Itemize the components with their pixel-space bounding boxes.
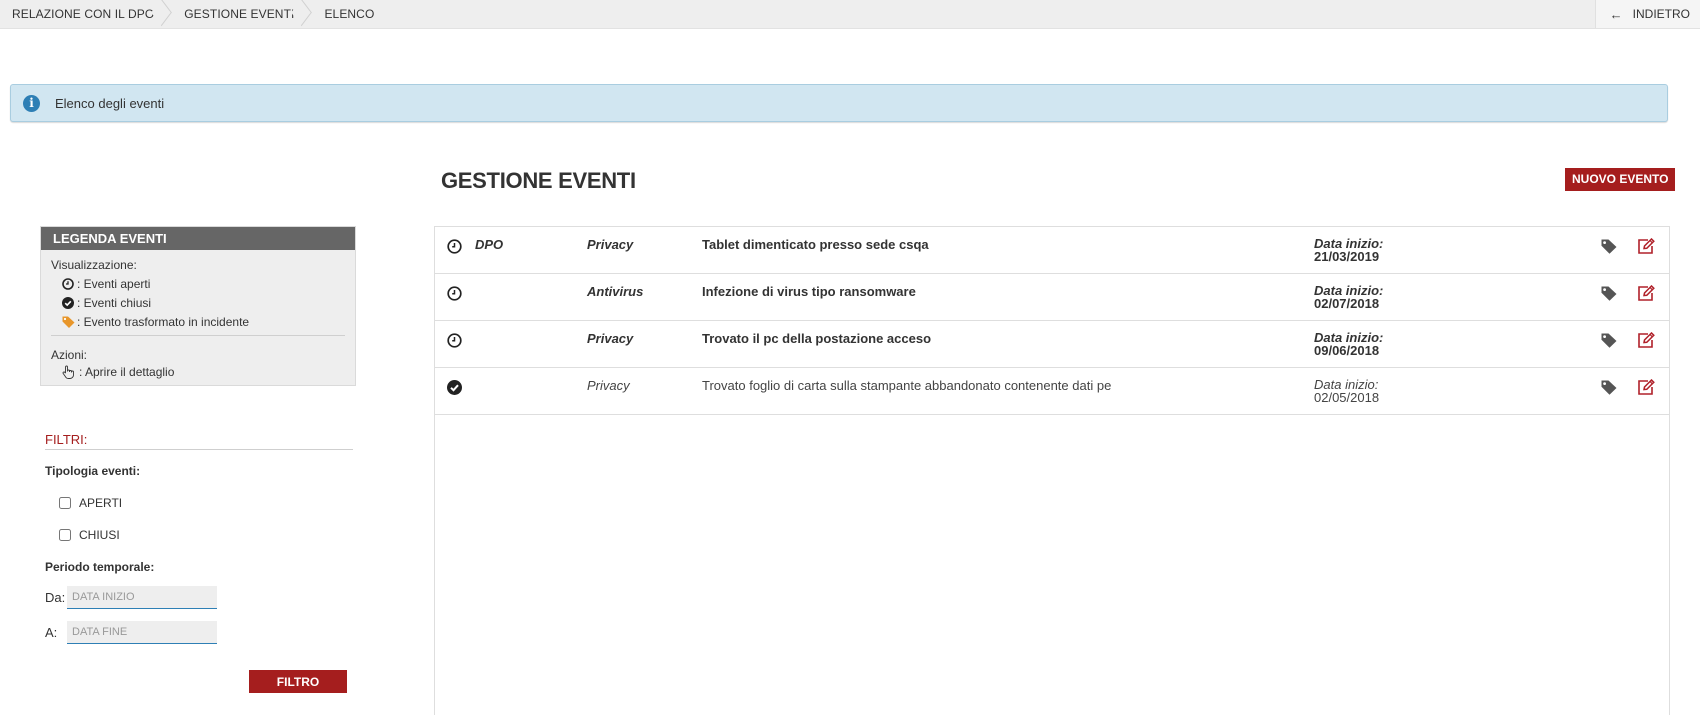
filters-title: FILTRI: — [45, 432, 353, 450]
info-alert-text: Elenco degli eventi — [55, 95, 165, 111]
check-circle-icon — [61, 296, 75, 309]
event-date: Data inizio: 21/03/2019 — [1314, 237, 1383, 263]
edit-icon[interactable] — [1637, 237, 1655, 257]
back-label: INDIETRO — [1632, 7, 1690, 21]
new-event-button[interactable]: NUOVO EVENTO — [1565, 168, 1676, 191]
edit-icon[interactable] — [1637, 378, 1655, 398]
breadcrumb-item-elenco[interactable]: ELENCO — [308, 0, 388, 28]
breadcrumb: RELAZIONE CON IL DPO GESTIONE EVENTI ELE… — [0, 0, 388, 28]
checkbox-closed-label: CHIUSI — [79, 528, 120, 542]
event-description[interactable]: Trovato foglio di carta sulla stampante … — [702, 378, 1111, 393]
legend-item-closed: : Eventi chiusi — [51, 293, 345, 312]
edit-icon[interactable] — [1637, 331, 1655, 351]
event-description[interactable]: Infezione di virus tipo ransomware — [702, 284, 916, 299]
events-list: DPO Privacy Tablet dimenticato presso sede… — [434, 226, 1670, 715]
tag-icon[interactable] — [1601, 380, 1617, 398]
filter-button[interactable]: FILTRO — [249, 670, 347, 693]
event-date: Data inizio: 09/06/2018 — [1314, 331, 1383, 357]
type-label: Tipologia eventi: — [45, 464, 141, 478]
event-row[interactable]: Antivirus Infezione di virus tipo ransomw… — [435, 274, 1669, 321]
tag-icon — [61, 316, 75, 328]
event-row[interactable]: DPO Privacy Tablet dimenticato presso sede… — [435, 227, 1669, 274]
event-row[interactable]: Privacy Trovato foglio di carta sulla sta… — [435, 368, 1669, 415]
breadcrumb-item-gestione-eventi[interactable]: GESTIONE EVENTI — [168, 0, 308, 28]
edit-icon[interactable] — [1637, 284, 1655, 304]
legend-item-label: : Eventi chiusi — [77, 295, 152, 310]
info-icon: i — [23, 94, 40, 112]
event-date: Data inizio: 02/07/2018 — [1314, 284, 1383, 310]
checkbox-open-input[interactable] — [59, 497, 71, 509]
event-category: Antivirus — [587, 284, 644, 299]
legend-item-label: : Evento trasformato in incidente — [77, 314, 250, 329]
event-date-value: 02/07/2018 — [1314, 296, 1380, 311]
event-category: Privacy — [587, 237, 634, 252]
legend-item-open-detail: : Aprire il dettaglio — [51, 362, 345, 381]
legend-item-open: : Eventi aperti — [51, 274, 345, 293]
event-category: Privacy — [587, 378, 630, 393]
info-alert: i Elenco degli eventi — [10, 84, 1668, 122]
event-date-value: 21/03/2019 — [1314, 249, 1380, 264]
checkbox-closed[interactable]: CHIUSI — [59, 528, 353, 542]
checkbox-open-label: APERTI — [79, 496, 123, 510]
back-button[interactable]: ← INDIETRO — [1594, 0, 1700, 28]
event-date-value: 09/06/2018 — [1314, 343, 1380, 358]
legend-actions-label: Azioni: — [51, 348, 88, 362]
tag-icon[interactable] — [1601, 333, 1617, 351]
clock-icon — [446, 332, 462, 348]
arrow-left-icon: ← — [1609, 6, 1623, 22]
legend-item-incident: : Evento trasformato in incidente — [51, 312, 345, 331]
breadcrumb-item-dpo[interactable]: RELAZIONE CON IL DPO — [0, 0, 168, 28]
clock-icon — [446, 285, 462, 301]
check-circle-icon — [446, 379, 462, 395]
event-owner: DPO — [475, 237, 504, 252]
from-row: Da: — [45, 586, 353, 609]
page-title: GESTIONE EVENTI — [441, 168, 636, 193]
event-description[interactable]: Trovato il pc della postazione acceso — [702, 331, 931, 346]
checkbox-closed-input[interactable] — [59, 529, 71, 541]
clock-icon — [446, 238, 462, 254]
legend-item-label: : Aprire il dettaglio — [79, 364, 175, 379]
clock-icon — [61, 277, 75, 290]
period-label: Periodo temporale: — [45, 560, 155, 574]
to-label: A: — [45, 625, 58, 640]
to-row: A: — [45, 621, 353, 644]
filters-panel: FILTRI: Tipologia eventi: APERTI CHIUSI … — [45, 432, 353, 644]
legend-item-label: : Eventi aperti — [77, 276, 151, 291]
tag-icon[interactable] — [1601, 239, 1617, 257]
breadcrumb-bar: RELAZIONE CON IL DPO GESTIONE EVENTI ELE… — [0, 0, 1700, 29]
checkbox-open[interactable]: APERTI — [59, 496, 353, 510]
legend-title: LEGENDA EVENTI — [41, 227, 355, 250]
event-category: Privacy — [587, 331, 634, 346]
to-date-input[interactable] — [67, 621, 217, 644]
legend-panel: LEGENDA EVENTI Visualizzazione: : Eventi… — [40, 226, 356, 386]
from-date-input[interactable] — [67, 586, 217, 609]
event-date: Data inizio: 02/05/2018 — [1314, 378, 1379, 404]
legend-visual-label: Visualizzazione: — [51, 258, 137, 272]
from-label: Da: — [45, 590, 66, 605]
tag-icon[interactable] — [1601, 286, 1617, 304]
event-description[interactable]: Tablet dimenticato presso sede csqa — [702, 237, 929, 252]
hand-pointer-icon — [61, 365, 75, 379]
event-row[interactable]: Privacy Trovato il pc della postazione ac… — [435, 321, 1669, 368]
event-date-value: 02/05/2018 — [1314, 390, 1380, 405]
